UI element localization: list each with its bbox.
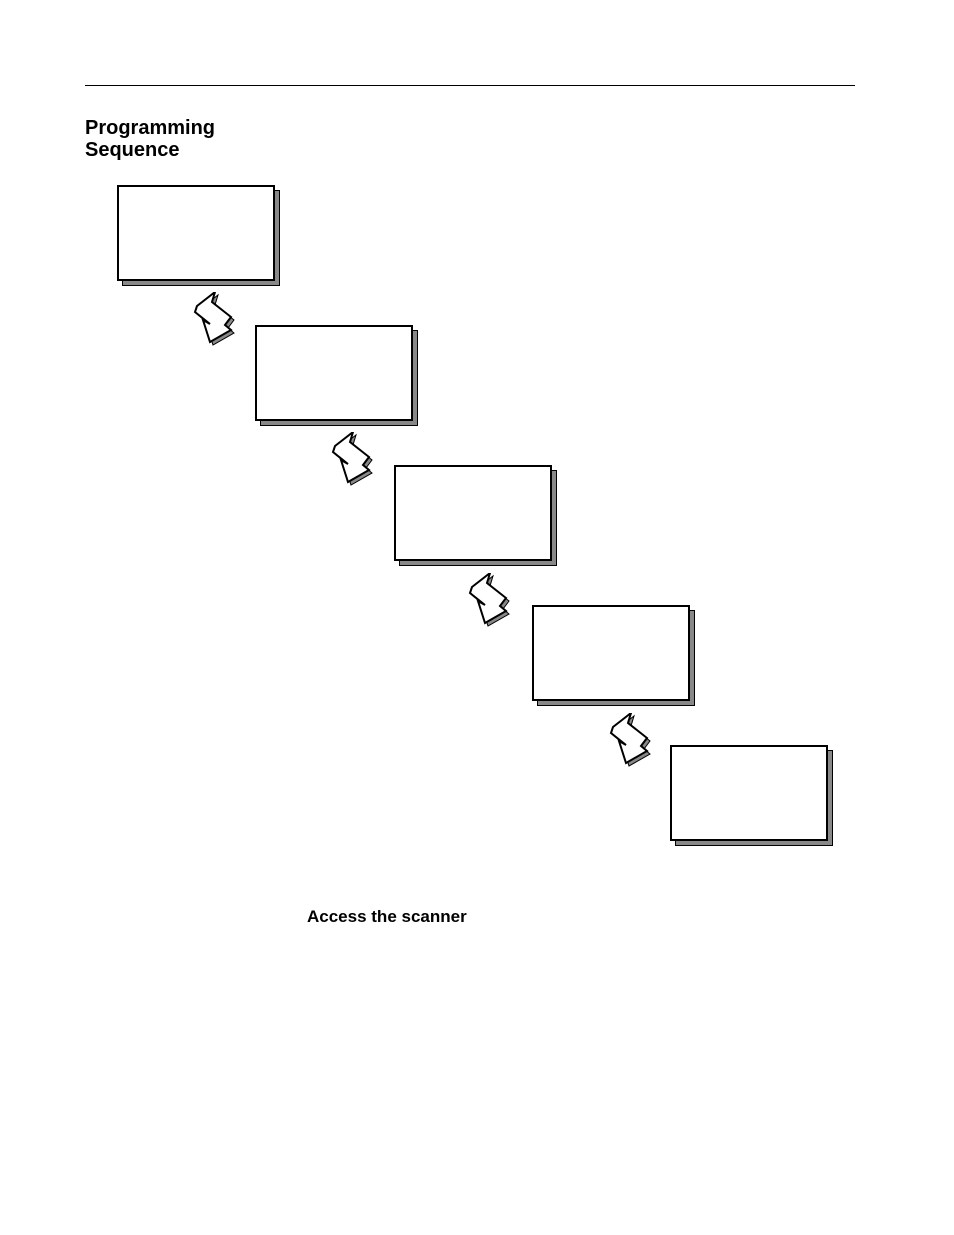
arrow-icon: [185, 292, 245, 357]
divider: [85, 85, 855, 86]
arrow-icon: [323, 432, 383, 497]
page-title: Programming Sequence: [85, 117, 215, 161]
arrow-icon: [601, 713, 661, 778]
arrow-icon: [460, 573, 520, 638]
section-subhead: Access the scanner: [307, 907, 467, 927]
